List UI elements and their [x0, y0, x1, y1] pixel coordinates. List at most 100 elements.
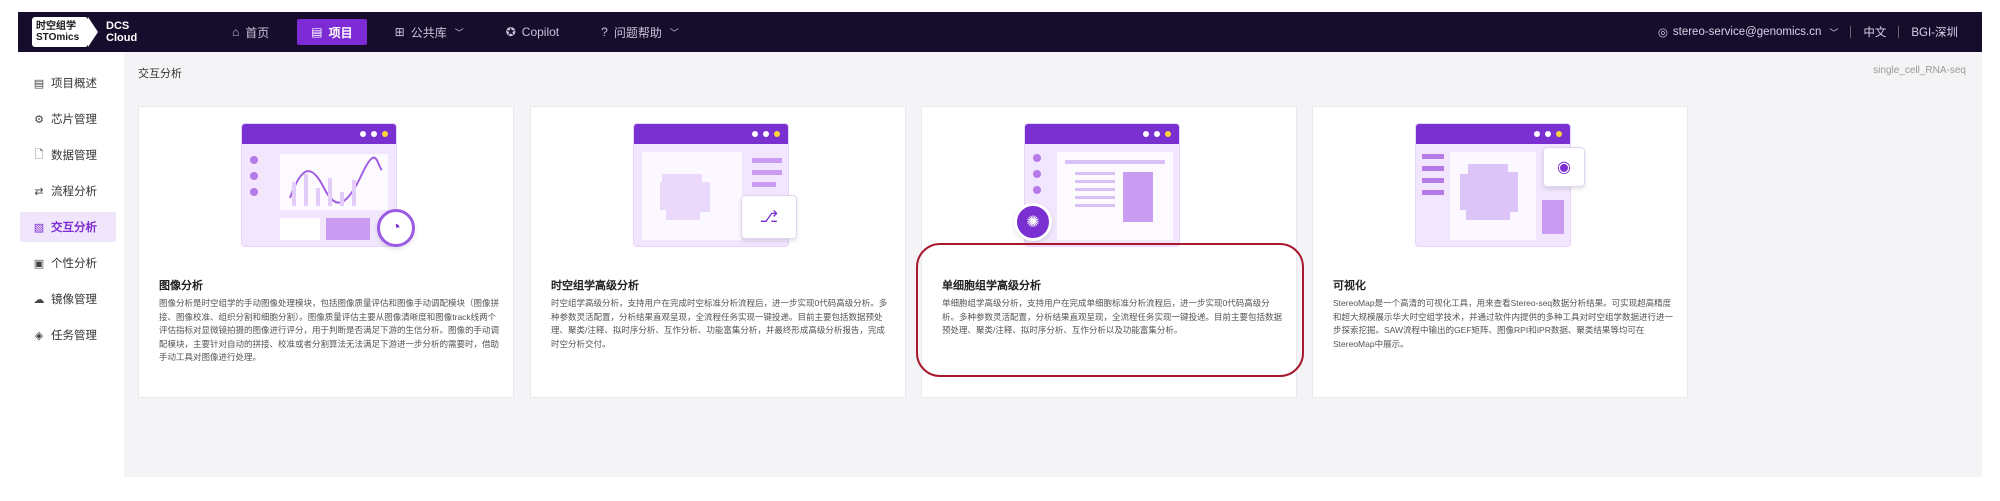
- window-dot: [360, 131, 366, 137]
- top-navigation-bar: 时空组学 STOmics DCS Cloud ⌂ 首页 ▤ 项目 ⊞ 公共库 ﹀: [18, 12, 1982, 52]
- chevron-down-icon: ﹀: [669, 27, 679, 38]
- cell-virus-icon: ✺: [1014, 203, 1052, 241]
- nav-item-label: 问题帮助: [613, 25, 662, 40]
- visualization-illustration: ◉: [1415, 123, 1585, 247]
- window-titlebar: [242, 124, 396, 144]
- chip-icon: ⚙: [34, 113, 44, 126]
- sidebar-item-task[interactable]: ◈ 任务管理: [20, 320, 116, 350]
- image-icon: ☁: [33, 293, 45, 306]
- card-title: 可视化: [1333, 280, 1366, 292]
- card-description: StereoMap是一个高清的可视化工具，用来查看Stereo-seq数据分析结…: [1333, 298, 1673, 349]
- sidebar-item-label: 流程分析: [51, 186, 97, 198]
- card-spatial-advanced-analysis[interactable]: ⎇ 时空组学高级分析 时空组学高级分析，支持用户在完成时空标准分析流程后，进一步…: [530, 106, 906, 398]
- chart-illustration: [250, 154, 388, 240]
- user-email[interactable]: stereo-service@genomics.cn: [1673, 26, 1821, 38]
- nav-item-label: 项目: [328, 25, 353, 40]
- window-dot: [752, 131, 758, 137]
- nav-item-home[interactable]: ⌂ 首页: [218, 19, 283, 45]
- eye-icon: ◉: [1543, 147, 1585, 187]
- sidebar-item-label: 镜像管理: [51, 294, 97, 306]
- card-description: 时空组学高级分析，支持用户在完成时空标准分析流程后，进一步实现0代码高级分析。多…: [551, 298, 888, 349]
- card-visualization[interactable]: ◉ 可视化 StereoMap是一个高清的可视化工具，用来查看Stereo-se…: [1312, 106, 1688, 398]
- sidebar-item-label: 芯片管理: [51, 114, 97, 126]
- data-icon: 🗋: [34, 148, 44, 161]
- nav-item-project[interactable]: ▤ 项目: [297, 19, 367, 45]
- nav-item-label: 首页: [245, 25, 270, 40]
- window-dot: [1545, 131, 1551, 137]
- window-titlebar: [1025, 124, 1179, 144]
- divider: [1850, 26, 1852, 38]
- workflow-icon: ⇄: [34, 185, 44, 198]
- sidebar-item-chip[interactable]: ⚙ 芯片管理: [20, 104, 116, 134]
- sidebar-item-personal[interactable]: ▣ 个性分析: [20, 248, 116, 278]
- single-cell-illustration: ✺: [1014, 123, 1180, 247]
- logo-mark: 时空组学 STOmics: [32, 17, 88, 47]
- app-window: 时空组学 STOmics DCS Cloud ⌂ 首页 ▤ 项目 ⊞ 公共库 ﹀: [18, 12, 1982, 477]
- main-nav: ⌂ 首页 ▤ 项目 ⊞ 公共库 ﹀ ✪ Copilot ? 问题帮助 ﹀: [218, 17, 707, 47]
- card-title: 图像分析: [159, 280, 203, 292]
- nav-item-label: 公共库: [410, 25, 447, 40]
- window-dot: [1165, 131, 1171, 137]
- sidebar-item-workflow[interactable]: ⇄ 流程分析: [20, 176, 116, 206]
- sidebar-item-label: 数据管理: [51, 150, 97, 162]
- logo-line-1: 时空组学: [36, 21, 76, 32]
- card-title: 时空组学高级分析: [551, 280, 639, 292]
- card-single-cell-advanced-analysis[interactable]: ✺ 单细胞组学高级分析 单细胞组学高级分析，支持用户在完成单细胞标准分析流程后，…: [921, 106, 1297, 398]
- sidebar-item-label: 个性分析: [51, 258, 97, 270]
- help-icon: ?: [601, 25, 608, 39]
- window-dot: [1534, 131, 1540, 137]
- nav-item-help[interactable]: ? 问题帮助 ﹀: [587, 19, 693, 45]
- window-dot: [763, 131, 769, 137]
- sidebar-item-label: 项目概述: [51, 78, 97, 90]
- user-icon: ◎: [1657, 27, 1668, 39]
- sidebar-item-label: 任务管理: [51, 330, 97, 342]
- logo-product-name: DCS Cloud: [106, 20, 137, 44]
- sidebar-item-overview[interactable]: ▤ 项目概述: [20, 68, 116, 98]
- window-titlebar: [1416, 124, 1570, 144]
- project-sidebar: ▤ 项目概述 ⚙ 芯片管理 🗋 数据管理 ⇄ 流程分析 ▧ 交互分析 ▣ 个性分…: [18, 52, 124, 477]
- task-icon: ◈: [34, 329, 44, 342]
- personal-icon: ▣: [33, 257, 45, 270]
- sidebar-item-image[interactable]: ☁ 镜像管理: [20, 284, 116, 314]
- card-title: 单细胞组学高级分析: [942, 280, 1041, 292]
- stomics-logo[interactable]: 时空组学 STOmics DCS Cloud: [32, 17, 137, 47]
- nav-item-public-library[interactable]: ⊞ 公共库 ﹀: [381, 19, 478, 45]
- nav-item-copilot[interactable]: ✪ Copilot: [492, 19, 573, 45]
- chevron-down-icon: ﹀: [454, 27, 464, 38]
- region-switch[interactable]: BGI-深圳: [1911, 24, 1958, 40]
- flow-network-icon: ⎇: [741, 195, 797, 239]
- sidebar-item-label: 交互分析: [51, 222, 97, 234]
- sidebar-item-data[interactable]: 🗋 数据管理: [20, 140, 116, 170]
- copilot-icon: ✪: [505, 25, 516, 39]
- home-icon: ⌂: [232, 25, 240, 39]
- language-switch[interactable]: 中文: [1863, 24, 1886, 40]
- spatial-analysis-illustration: ⎇: [633, 123, 797, 247]
- image-analysis-illustration: ◔: [241, 123, 415, 247]
- window-illustration: [241, 123, 397, 247]
- card-image-analysis[interactable]: ◔ 图像分析 图像分析是时空组学的手动图像处理模块，包括图像质量评估和图像手动调…: [138, 106, 514, 398]
- main-content: 交互分析 single_cell_RNA-seq ◔ 图像分析 图像分析是时空组…: [124, 52, 1982, 477]
- analysis-type-tag: single_cell_RNA-seq: [1873, 65, 1966, 76]
- chevron-down-icon[interactable]: ﹀: [1829, 26, 1838, 39]
- window-dot: [1143, 131, 1149, 137]
- window-dot: [774, 131, 780, 137]
- overview-icon: ▤: [33, 77, 45, 90]
- grid-icon: ⊞: [394, 25, 405, 39]
- sidebar-item-interactive[interactable]: ▧ 交互分析: [20, 212, 116, 242]
- window-dot: [1556, 131, 1562, 137]
- window-titlebar: [634, 124, 788, 144]
- logo-product-line-1: DCS: [106, 20, 130, 32]
- user-area: ◎ stereo-service@genomics.cn ﹀ 中文 BGI-深圳: [1658, 12, 1958, 52]
- logo-line-2: STOmics: [36, 32, 80, 43]
- logo-arrow-shape: [88, 17, 98, 47]
- window-dot: [1154, 131, 1160, 137]
- logo-product-line-2: Cloud: [106, 32, 138, 44]
- pie-chart-icon: ◔: [377, 209, 415, 247]
- document-icon: ▤: [311, 25, 323, 39]
- card-description: 图像分析是时空组学的手动图像处理模块，包括图像质量评估和图像手动调配模块（图像拼…: [159, 298, 499, 362]
- divider: [1898, 26, 1900, 38]
- card-description: 单细胞组学高级分析，支持用户在完成单细胞标准分析流程后，进一步实现0代码高级分析…: [942, 298, 1282, 335]
- nav-item-label: Copilot: [521, 25, 560, 39]
- page-title: 交互分析: [138, 68, 182, 80]
- window-dot: [382, 131, 388, 137]
